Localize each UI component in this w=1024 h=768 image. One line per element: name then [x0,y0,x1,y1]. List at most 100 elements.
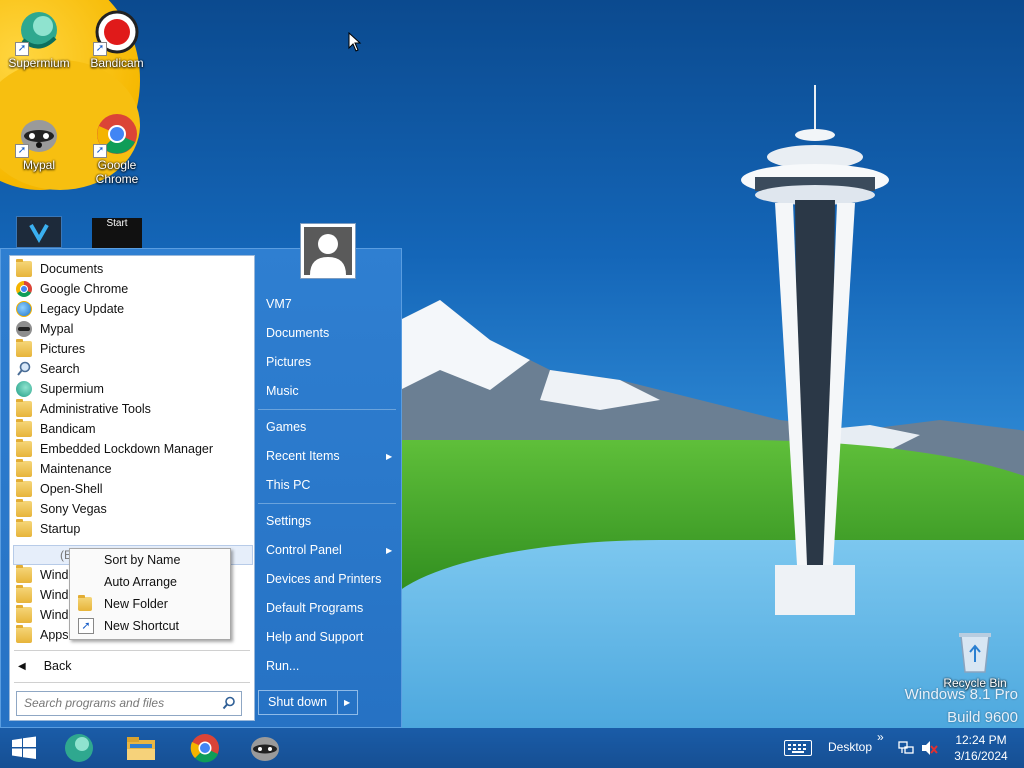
context-sort-by-name[interactable]: Sort by Name [70,549,230,571]
program-item[interactable]: Pictures [16,339,248,359]
windows-logo-icon [12,736,36,759]
program-label: Google Chrome [40,282,129,296]
program-label: Maintenance [40,462,112,476]
program-folder[interactable]: Open-Shell [16,479,248,499]
desktop-icon-mypal[interactable]: ➚ Mypal [0,112,78,172]
folder-icon [16,479,32,497]
user-name-link[interactable]: VM7 [266,297,292,311]
chrome-icon [16,281,32,297]
file-explorer-icon [127,737,155,760]
taskbar: Desktop » 12:24 PM 3/16/2024 [0,728,1024,768]
context-new-folder[interactable]: New Folder [70,593,230,615]
program-item[interactable]: Search [16,359,248,379]
context-auto-arrange[interactable]: Auto Arrange [70,571,230,593]
search-input[interactable]: Search programs and files [16,691,242,716]
mypal-icon [16,321,32,337]
shutdown-options-arrow-icon[interactable]: ▶ [344,691,350,714]
volume-muted-icon[interactable] [920,740,938,756]
program-folder[interactable]: Sony Vegas [16,499,248,519]
folder-icon [16,585,32,603]
supermium-icon [65,734,93,762]
pictures-link[interactable]: Pictures [266,355,311,369]
program-item[interactable]: Supermium [16,379,248,399]
back-button[interactable]: ◀ Back [18,656,72,676]
default-programs-link[interactable]: Default Programs [266,601,363,615]
shortcut-arrow-icon: ➚ [15,42,29,56]
program-folder[interactable]: Maintenance [16,459,248,479]
context-new-shortcut[interactable]: ➚ New Shortcut [70,615,230,637]
folder-icon [16,259,32,277]
back-arrow-icon: ◀ [18,660,26,672]
devices-printers-link[interactable]: Devices and Printers [266,572,381,586]
context-item-label: New Folder [104,597,168,611]
taskbar-file-explorer[interactable] [124,732,158,764]
taskbar-chrome[interactable] [188,732,222,764]
program-label: Startup [40,522,81,536]
desktop-icon-google-chrome[interactable]: ➚ Google Chrome [78,112,156,186]
separator [258,503,396,504]
this-pc-link[interactable]: This PC [266,478,310,492]
user-picture[interactable] [300,223,356,279]
recent-items-link[interactable]: Recent Items [266,449,340,463]
supermium-icon [16,381,32,397]
desktop-toolbar[interactable]: Desktop [828,740,872,754]
program-folder[interactable]: Administrative Tools [16,399,248,419]
program-item[interactable]: Legacy Update [16,299,248,319]
toolbar-overflow-chevron[interactable]: » [877,730,884,744]
help-support-link[interactable]: Help and Support [266,630,363,644]
taskbar-supermium[interactable] [62,732,96,764]
program-folder[interactable]: Startup [16,519,248,539]
program-item[interactable]: Mypal [16,319,248,339]
shortcut-arrow-icon: ➚ [93,144,107,158]
games-link[interactable]: Games [266,420,306,434]
submenu-arrow-icon: ▶ [386,546,393,555]
back-label: Back [43,659,72,673]
app-icon [29,224,49,244]
mouse-cursor-icon [348,32,362,52]
mypal-icon [251,737,279,761]
separator [14,650,250,651]
desktop-icon-start[interactable]: Start [92,218,142,248]
desktop-icon-recycle-bin[interactable]: Recycle Bin [936,630,1014,690]
music-link[interactable]: Music [266,384,299,398]
shortcut-icon: ➚ [78,618,94,634]
taskbar-mypal[interactable] [248,732,282,764]
shutdown-button[interactable]: Shut down ▶ [258,690,358,715]
network-icon[interactable] [898,740,914,756]
program-folder[interactable]: Embedded Lockdown Manager [16,439,248,459]
shortcut-arrow-icon: ➚ [15,144,29,158]
apps-icon [16,625,32,643]
program-label: Search [40,362,80,376]
search-placeholder: Search programs and files [24,696,165,710]
program-folder[interactable]: Bandicam [16,419,248,439]
folder-icon [16,519,32,537]
desktop-icon-supermium[interactable]: ➚ Supermium [0,10,78,70]
run-link[interactable]: Run... [266,659,299,673]
program-label: Apps [40,628,69,642]
windows-build-watermark: Build 9600 [947,709,1018,726]
folder-icon [16,605,32,623]
folder-icon [16,499,32,517]
legacy-update-icon [16,301,32,317]
programs-pane: Documents Google Chrome Legacy Update My… [9,255,255,721]
program-label: Bandicam [40,422,96,436]
settings-link[interactable]: Settings [266,514,311,528]
control-panel-link[interactable]: Control Panel [266,543,342,557]
desktop-icon-label: Mypal [22,158,55,172]
context-item-label: Auto Arrange [104,575,177,589]
touch-keyboard-button[interactable] [784,740,812,756]
separator [14,682,250,683]
desktop-icon-bandicam[interactable]: ➚ Bandicam [78,10,156,70]
desktop-icon-partial[interactable] [16,216,62,248]
start-button[interactable] [6,732,42,764]
documents-link[interactable]: Documents [266,326,329,340]
program-item[interactable]: Documents [16,259,248,279]
start-menu: Documents Google Chrome Legacy Update My… [0,248,402,728]
taskbar-clock[interactable]: 12:24 PM 3/16/2024 [948,732,1014,764]
program-item[interactable]: Google Chrome [16,279,248,299]
clock-date: 3/16/2024 [954,749,1008,763]
desktop-icon-label: Recycle Bin [943,676,1007,690]
program-label: Administrative Tools [40,402,151,416]
user-avatar-icon [304,227,352,275]
folder-icon [16,439,32,457]
